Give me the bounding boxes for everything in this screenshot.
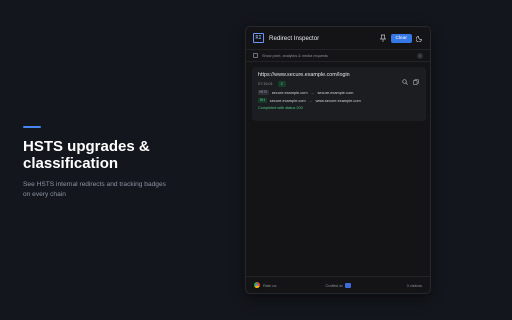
rate-us-link[interactable]: Rate us bbox=[254, 282, 310, 288]
hop-from: secure.example.com bbox=[271, 89, 308, 95]
accent-bar bbox=[23, 126, 41, 128]
copy-icon[interactable] bbox=[413, 72, 419, 90]
promo-section: HSTS upgrades & classification See HSTS … bbox=[23, 126, 213, 200]
redirect-chain-card[interactable]: https://www.secure.example.com/login 07:… bbox=[252, 67, 426, 121]
maker-logo-icon bbox=[344, 282, 351, 288]
clear-button[interactable]: Clear bbox=[390, 33, 412, 43]
show-requests-checkbox[interactable] bbox=[253, 53, 258, 58]
crafted-at[interactable]: Crafted at bbox=[310, 282, 366, 288]
app-title: Redirect Inspector bbox=[269, 34, 320, 42]
visitor-count: 3 visitors bbox=[406, 282, 422, 288]
extension-popup: RI Redirect Inspector Clear Show pixel, … bbox=[245, 26, 431, 294]
redirect-count-badge: 2 bbox=[277, 81, 286, 87]
rate-us-label: Rate us bbox=[263, 282, 277, 288]
popup-header: RI Redirect Inspector Clear bbox=[246, 27, 430, 49]
completion-status: Completed with status 200 bbox=[258, 106, 303, 110]
promo-title: HSTS upgrades & classification bbox=[23, 138, 150, 172]
crafted-label: Crafted at bbox=[325, 282, 343, 288]
hop-to: secure.example.com bbox=[317, 89, 354, 95]
search-icon[interactable] bbox=[402, 72, 408, 90]
pin-icon[interactable] bbox=[380, 34, 387, 42]
status-badge: HSTS bbox=[258, 89, 269, 95]
hop-row: 301 secure.example.com → www.secure.exam… bbox=[258, 97, 420, 103]
hop-from: secure.example.com bbox=[269, 97, 306, 103]
chain-time: 07:15:01 bbox=[258, 82, 273, 86]
show-requests-label: Show pixel, analytics & media requests bbox=[262, 53, 328, 58]
chain-url: https://www.secure.example.com/login bbox=[258, 72, 350, 78]
info-icon[interactable]: i bbox=[417, 52, 423, 59]
card-actions bbox=[402, 72, 419, 90]
arrow-icon: → bbox=[308, 97, 313, 103]
theme-toggle-icon[interactable] bbox=[416, 35, 423, 42]
popup-footer: Rate us Crafted at 3 visitors bbox=[246, 276, 430, 293]
hop-row: HSTS secure.example.com → secure.example… bbox=[258, 89, 420, 95]
promo-description: See HSTS internal redirects and tracking… bbox=[23, 181, 166, 198]
status-badge: 301 bbox=[258, 97, 267, 103]
arrow-icon: → bbox=[310, 89, 315, 95]
app-logo-icon: RI bbox=[253, 33, 264, 43]
chrome-icon bbox=[254, 282, 260, 288]
options-bar: Show pixel, analytics & media requests i bbox=[246, 49, 430, 62]
hop-to: www.secure.example.com bbox=[315, 97, 361, 103]
chain-meta: 07:15:01 2 bbox=[258, 81, 420, 87]
